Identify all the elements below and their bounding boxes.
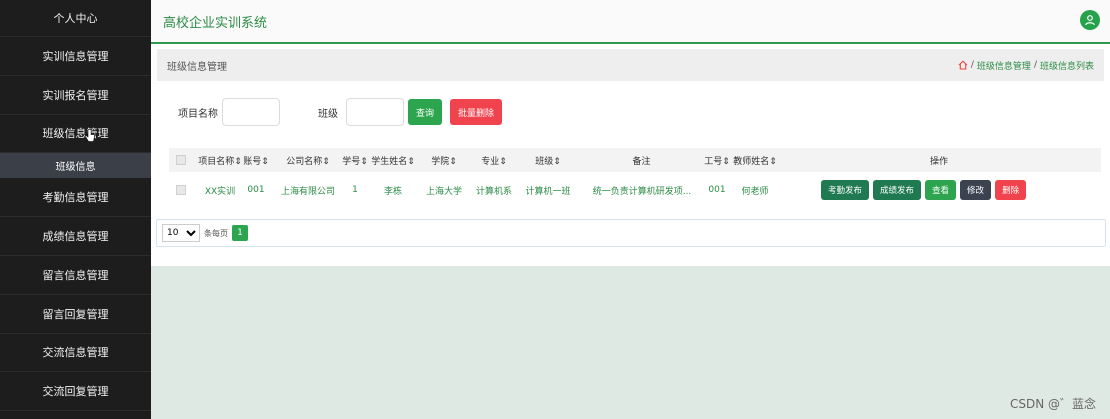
column-header: 备注 <box>632 156 651 167</box>
table-cell: 计算机系 <box>475 186 512 197</box>
sidebar-item-message-replies[interactable]: 留言回复管理 <box>0 295 151 334</box>
breadcrumb: / 班级信息管理 / 班级信息列表 <box>958 59 1094 72</box>
column-header[interactable]: 公司名称⇕ <box>279 148 337 172</box>
batch-delete-button[interactable]: 批量删除 <box>450 99 503 125</box>
pagination: 10 条每页 1 <box>156 219 1106 247</box>
column-header[interactable]: 班级⇕ <box>528 148 568 172</box>
sidebar-item-training-info[interactable]: 实训信息管理 <box>0 37 151 76</box>
table-cell: 1 <box>352 185 358 195</box>
class-input[interactable] <box>346 98 404 126</box>
breadcrumb-separator: / <box>1033 60 1037 70</box>
search-form: 项目名称 班级 查询 批量删除 <box>178 98 503 126</box>
sidebar-item-class-info[interactable]: 班级信息管理 <box>0 115 151 154</box>
column-header[interactable]: 工号⇕ <box>703 148 731 172</box>
sidebar-item-label: 留言信息管理 <box>42 268 109 282</box>
delete-button[interactable]: 删除 <box>995 180 1027 200</box>
class-label: 班级 <box>318 108 338 120</box>
select-all-checkbox[interactable] <box>176 155 186 165</box>
sidebar-item-label: 交流回复管理 <box>42 385 109 399</box>
sidebar-item-exchange[interactable]: 交流信息管理 <box>0 334 151 373</box>
app-title: 高校企业实训系统 <box>163 15 268 31</box>
sidebar-item-label: 留言回复管理 <box>42 307 109 321</box>
per-page-label: 条每页 <box>204 228 228 238</box>
sidebar-subitem-class-info[interactable]: 班级信息 <box>0 153 151 179</box>
table-row: XX实训 001 上海有限公司 1 李栋 上海大学 计算机系 计算机一班 统一负… <box>169 172 1101 208</box>
table-cell: 001 <box>708 185 726 195</box>
attendance-publish-button[interactable]: 考勤发布 <box>821 180 870 200</box>
row-checkbox[interactable] <box>176 185 186 195</box>
sidebar-item-grades[interactable]: 成绩信息管理 <box>0 217 151 256</box>
hand-cursor-icon <box>85 128 95 142</box>
sidebar-item-attendance[interactable]: 考勤信息管理 <box>0 178 151 218</box>
row-actions: 考勤发布 成绩发布 查看 修改 删除 <box>821 172 1101 208</box>
edit-button[interactable]: 修改 <box>960 180 992 200</box>
project-name-input[interactable] <box>222 98 280 126</box>
sidebar-item-exchange-replies[interactable]: 交流回复管理 <box>0 372 151 412</box>
user-glyph-icon <box>1085 15 1095 26</box>
sidebar-item-personal-center[interactable]: 个人中心 <box>0 0 151 37</box>
breadcrumb-separator: / <box>970 60 974 70</box>
top-header: 高校企业实训系统 <box>151 0 1110 44</box>
page-title: 班级信息管理 <box>167 61 227 73</box>
table-header: 项目名称⇕ 账号⇕ 公司名称⇕ 学号⇕ 学生姓名⇕ 学院⇕ 专业⇕ 班级⇕ 备注… <box>169 148 1101 172</box>
page-size-select[interactable]: 10 <box>162 224 200 242</box>
view-button[interactable]: 查看 <box>925 180 957 200</box>
table-cell: 上海大学 <box>425 186 462 197</box>
sidebar-item-messages[interactable]: 留言信息管理 <box>0 256 151 295</box>
sidebar-item-label: 交流信息管理 <box>42 346 109 360</box>
column-header[interactable]: 专业⇕ <box>474 148 514 172</box>
sidebar-item-label: 个人中心 <box>53 12 98 25</box>
breadcrumb-link-class-manage[interactable]: 班级信息管理 <box>977 59 1031 72</box>
table-cell: 计算机一班 <box>525 186 571 197</box>
grade-publish-button[interactable]: 成绩发布 <box>873 180 922 200</box>
main-content: 班级信息管理 / 班级信息管理 / 班级信息列表 项目名称 班级 查询 批量删除… <box>151 44 1110 266</box>
page-number-button[interactable]: 1 <box>232 225 248 241</box>
sidebar-item-label: 实训信息管理 <box>42 49 109 63</box>
column-header[interactable]: 学生姓名⇕ <box>369 148 417 172</box>
column-header[interactable]: 学号⇕ <box>341 148 369 172</box>
user-icon[interactable] <box>1080 10 1100 30</box>
table-cell: XX实训 <box>204 186 236 197</box>
query-button[interactable]: 查询 <box>408 99 443 125</box>
breadcrumb-current: 班级信息列表 <box>1039 61 1094 72</box>
sidebar-subitem-label: 班级信息 <box>55 162 96 174</box>
sidebar-item-label: 成绩信息管理 <box>42 230 109 244</box>
column-header[interactable]: 项目名称⇕ <box>197 148 243 172</box>
sidebar-item-label: 考勤信息管理 <box>42 191 109 205</box>
column-header[interactable]: 账号⇕ <box>243 148 269 172</box>
watermark: CSDN @゛蓝念 <box>1009 397 1096 411</box>
column-header[interactable]: 教师姓名⇕ <box>731 148 779 172</box>
class-info-table: 项目名称⇕ 账号⇕ 公司名称⇕ 学号⇕ 学生姓名⇕ 学院⇕ 专业⇕ 班级⇕ 备注… <box>169 148 1101 210</box>
home-icon[interactable] <box>958 60 968 70</box>
column-header: 操作 <box>929 156 948 167</box>
table-cell: 上海有限公司 <box>280 186 335 197</box>
sidebar-item-label: 实训报名管理 <box>42 88 109 102</box>
table-cell: 001 <box>247 185 265 195</box>
sidebar: 个人中心 实训信息管理 实训报名管理 班级信息管理 班级信息 考勤信息管理 成绩… <box>0 0 151 419</box>
column-header[interactable]: 学院⇕ <box>424 148 464 172</box>
project-name-label: 项目名称 <box>178 108 218 120</box>
sidebar-item-label: 班级信息管理 <box>42 127 109 141</box>
sidebar-item-training-signup[interactable]: 实训报名管理 <box>0 76 151 115</box>
table-cell: 何老师 <box>741 186 769 197</box>
table-cell: 统一负责计算机研发项... <box>592 186 692 197</box>
breadcrumb-bar: 班级信息管理 / 班级信息管理 / 班级信息列表 <box>157 49 1104 81</box>
table-cell: 李栋 <box>383 186 402 197</box>
